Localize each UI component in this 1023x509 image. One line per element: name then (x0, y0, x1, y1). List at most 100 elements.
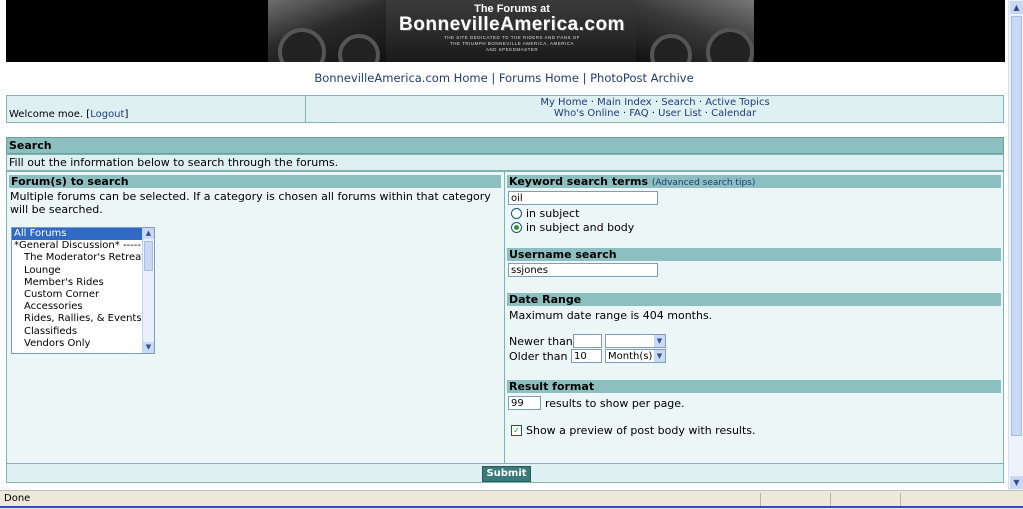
scroll-down-icon[interactable]: ▼ (1010, 476, 1023, 489)
welcome-text: Welcome moe. [ (9, 109, 91, 120)
radio-in-subject[interactable] (511, 208, 522, 219)
keyword-input[interactable]: oil (508, 191, 658, 205)
search-form-panel: Forum(s) to search Multiple forums can b… (6, 171, 1004, 464)
date-range-section-header: Date Range (507, 293, 1001, 306)
page-scroll-thumb[interactable] (1011, 16, 1022, 436)
link-separator: · (695, 97, 706, 108)
keyword-header-label: Keyword search terms (509, 175, 648, 188)
site-banner: The Forums at BonnevilleAmerica.com THE … (6, 0, 1005, 62)
username-input[interactable]: ssjones (508, 263, 658, 277)
link-separator: · (651, 97, 662, 108)
keyword-section-header: Keyword search terms (Advanced search ti… (507, 175, 1001, 188)
search-instructions-row: Fill out the information below to search… (6, 154, 1004, 171)
scroll-down-icon[interactable]: ▼ (143, 342, 154, 353)
forum-option[interactable]: Accessories (12, 301, 154, 313)
calendar-link[interactable]: Calendar (711, 108, 756, 119)
status-divider (900, 493, 901, 507)
status-text: Done (4, 493, 31, 504)
date-range-help: Maximum date range is 404 months. (509, 309, 713, 322)
column-divider (504, 172, 505, 463)
submit-button[interactable]: Submit (482, 466, 531, 482)
older-than-unit-value: Month(s) (608, 351, 653, 362)
forum-option[interactable]: Rides, Rallies, & Events (12, 313, 154, 325)
forum-option[interactable]: Lounge (12, 265, 154, 277)
newer-than-unit-select[interactable]: ▼ (605, 334, 666, 348)
welcome-bar: Welcome moe. [Logout] My Home · Main Ind… (6, 95, 1004, 123)
faq-link[interactable]: FAQ (629, 108, 648, 119)
username-header-label: Username search (509, 248, 617, 261)
site-home-link[interactable]: BonnevilleAmerica.com Home (314, 71, 487, 85)
newer-than-input[interactable] (573, 334, 602, 348)
logout-link[interactable]: Logout (90, 109, 124, 120)
older-than-unit-select[interactable]: Month(s) ▼ (605, 349, 666, 363)
older-than-input[interactable]: 10 (571, 349, 602, 363)
radio-in-subject-and-body[interactable] (511, 222, 522, 233)
status-divider (830, 493, 831, 507)
quick-links-row-1: My Home · Main Index · Search · Active T… (307, 97, 1003, 108)
dropdown-arrow-icon[interactable]: ▼ (654, 350, 665, 362)
motorcycle-left-image (268, 0, 388, 62)
page-vertical-scrollbar[interactable]: ▲ ▼ (1008, 0, 1023, 490)
radio-in-subject-label: in subject (526, 207, 580, 220)
radio-in-subject-and-body-label: in subject and body (526, 221, 635, 234)
forum-option[interactable]: Custom Corner (12, 289, 154, 301)
banner-site-name: BonnevilleAmerica.com (399, 14, 625, 35)
photopost-archive-link[interactable]: PhotoPost Archive (590, 71, 694, 85)
nav-separator: | (491, 71, 496, 85)
submit-row: Submit (6, 463, 1004, 483)
forum-option[interactable]: Vendors Only (12, 338, 154, 350)
dropdown-arrow-icon[interactable]: ▼ (654, 335, 665, 347)
results-per-page-input[interactable]: 99 (508, 396, 541, 410)
search-instructions: Fill out the information below to search… (9, 156, 339, 169)
forum-option[interactable]: The Moderator's Retreat (12, 252, 154, 264)
welcome-bracket: ] (124, 109, 129, 120)
scroll-up-icon[interactable]: ▲ (143, 228, 154, 239)
newer-than-label: Newer than (509, 335, 573, 348)
quick-links-row-2: Who's Online · FAQ · User List · Calenda… (307, 108, 1003, 119)
welcome-message: Welcome moe. [Logout] (9, 109, 128, 120)
top-navigation: BonnevilleAmerica.com Home | Forums Home… (0, 71, 1008, 85)
preview-post-body-checkbox[interactable]: ✓ (511, 425, 522, 436)
result-format-section-header: Result format (507, 380, 1001, 393)
forum-option[interactable]: Member's Rides (12, 277, 154, 289)
main-index-link[interactable]: Main Index (597, 97, 652, 108)
results-per-page-label: results to show per page. (545, 397, 685, 410)
date-range-header-label: Date Range (509, 293, 582, 306)
whos-online-link[interactable]: Who's Online (554, 108, 620, 119)
link-separator: · (619, 108, 630, 119)
preview-post-body-label: Show a preview of post body with results… (526, 424, 756, 437)
status-divider (760, 493, 761, 507)
forum-option[interactable]: Classifieds (12, 326, 154, 338)
forum-option[interactable]: All Forums (12, 228, 154, 241)
active-topics-link[interactable]: Active Topics (705, 97, 769, 108)
motorcycle-right-image (636, 0, 754, 62)
list-scrollbar[interactable]: ▲ ▼ (142, 228, 154, 353)
scroll-up-icon[interactable]: ▲ (1010, 1, 1023, 14)
username-section-header: Username search (507, 248, 1001, 261)
forum-multiselect-list[interactable]: All Forums *General Discussion* ----- The … (11, 227, 155, 354)
forums-help-text: Multiple forums can be selected. If a ca… (10, 190, 491, 216)
forum-option[interactable]: *General Discussion* ----- (12, 240, 154, 252)
user-list-link[interactable]: User List (658, 108, 701, 119)
banner-title-block: The Forums at BonnevilleAmerica.com THE … (386, 0, 638, 62)
older-than-label: Older than (509, 350, 568, 363)
link-separator: · (701, 108, 712, 119)
forums-section-header: Forum(s) to search (9, 175, 501, 188)
welcome-cell: Welcome moe. [Logout] (7, 96, 306, 122)
forums-home-link[interactable]: Forums Home (499, 71, 579, 85)
list-scroll-thumb[interactable] (144, 241, 153, 271)
advanced-search-tips-link[interactable]: (Advanced search tips) (652, 178, 756, 188)
forums-header-label: Forum(s) to search (11, 175, 129, 188)
result-format-header-label: Result format (509, 380, 595, 393)
nav-separator: | (582, 71, 587, 85)
search-title: Search (9, 139, 52, 152)
search-title-bar: Search (6, 137, 1004, 154)
forum-quick-links: My Home · Main Index · Search · Active T… (307, 97, 1003, 119)
browser-viewport: The Forums at BonnevilleAmerica.com THE … (0, 0, 1008, 490)
link-separator: · (648, 108, 659, 119)
forum-options: All Forums *General Discussion* ----- The … (12, 228, 154, 350)
banner-tagline-3: AND SPEEDMASTER (485, 47, 539, 52)
link-separator: · (587, 97, 598, 108)
search-link[interactable]: Search (661, 97, 695, 108)
my-home-link[interactable]: My Home (540, 97, 587, 108)
